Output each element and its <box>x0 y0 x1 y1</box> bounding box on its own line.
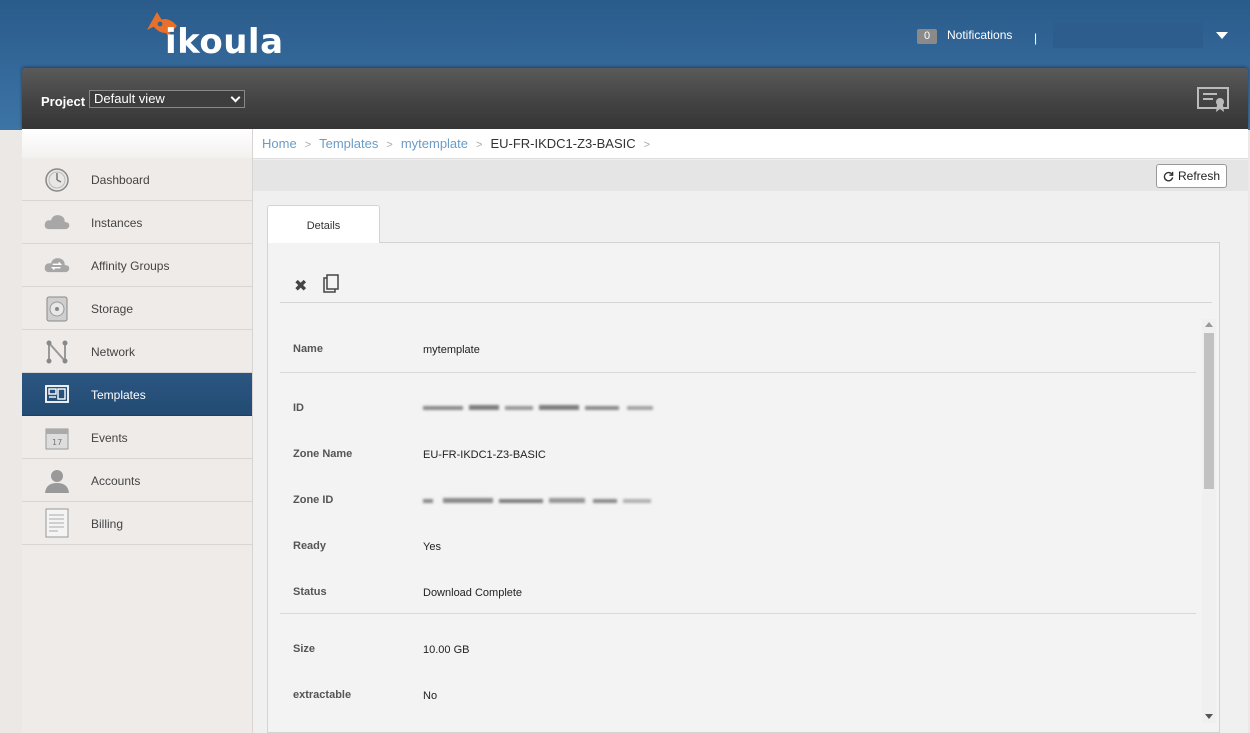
redacted-zone-id-value <box>423 498 651 503</box>
details-scrollbar[interactable] <box>1202 319 1216 723</box>
detail-key: Zone Name <box>293 448 353 460</box>
project-bar: Project Default view <box>22 68 1248 129</box>
project-label: Project <box>41 94 86 109</box>
sidebar-item-label: Network <box>91 345 136 359</box>
detail-row-ready: Ready Yes <box>280 511 1196 557</box>
certificate-icon[interactable] <box>1197 87 1229 113</box>
calendar-icon: 17 <box>45 428 69 450</box>
network-icon <box>46 340 68 364</box>
scroll-down-arrow-icon[interactable] <box>1205 714 1213 719</box>
sidebar-item-billing[interactable]: Billing <box>22 502 252 545</box>
action-bar: ✖ <box>280 243 1212 303</box>
sidebar-item-dashboard[interactable]: Dashboard <box>22 158 252 201</box>
detail-key: Zone ID <box>293 494 334 506</box>
detail-row-zone-name: Zone Name EU-FR-IKDC1-Z3-BASIC <box>280 419 1196 465</box>
breadcrumb: Home > Templates > mytemplate > EU-FR-IKDC1-Z3… <box>253 129 1248 159</box>
sidebar: Dashboard Instances Affinity Groups Stor… <box>22 129 253 733</box>
detail-key: extractable <box>293 689 352 701</box>
sidebar-item-label: Accounts <box>91 474 141 488</box>
detail-row-extractable: extractable No <box>280 660 1196 706</box>
refresh-icon <box>1163 171 1174 181</box>
sidebar-item-label: Billing <box>91 517 124 531</box>
sidebar-item-label: Events <box>91 431 128 445</box>
disk-icon <box>46 296 68 322</box>
detail-key: ID <box>293 402 304 414</box>
breadcrumb-separator: > <box>304 139 312 151</box>
detail-key: Name <box>293 343 323 355</box>
detail-value: Yes <box>423 541 441 553</box>
scroll-up-arrow-icon[interactable] <box>1205 322 1213 327</box>
svg-text:17: 17 <box>52 438 62 447</box>
refresh-button[interactable]: Refresh <box>1156 164 1227 188</box>
sidebar-item-label: Affinity Groups <box>91 259 170 273</box>
detail-key: Ready <box>293 540 327 552</box>
tab-details[interactable]: Details <box>267 205 380 243</box>
toolbar: Refresh <box>253 160 1248 191</box>
billing-document-icon <box>45 508 69 538</box>
detail-value: mytemplate <box>423 344 480 356</box>
breadcrumb-templates[interactable]: Templates <box>319 136 378 151</box>
redacted-id-value <box>423 405 653 410</box>
details-panel: ✖ Name mytemplate ID Zone Name EU-FR-IKD… <box>267 242 1220 733</box>
detail-row-name: Name mytemplate <box>280 315 1196 373</box>
breadcrumb-home[interactable]: Home <box>262 136 297 151</box>
refresh-label: Refresh <box>1177 169 1221 183</box>
sidebar-item-events[interactable]: 17 Events <box>22 416 252 459</box>
sidebar-item-storage[interactable]: Storage <box>22 287 252 330</box>
user-menu-caret-icon[interactable] <box>1216 32 1228 39</box>
detail-value: No <box>423 690 438 702</box>
sidebar-item-label: Templates <box>91 388 146 402</box>
details-list: Name mytemplate ID Zone Name EU-FR-IKDC1… <box>280 315 1196 730</box>
cloud-icon <box>44 215 70 230</box>
notifications-link[interactable]: Notifications <box>947 28 1012 42</box>
notifications-count-badge[interactable]: 0 <box>917 29 937 44</box>
header-divider: | <box>1034 31 1038 45</box>
sidebar-item-instances[interactable]: Instances <box>22 201 252 244</box>
project-select-value: Default view <box>94 91 165 106</box>
chevron-down-icon <box>230 92 241 103</box>
project-select[interactable]: Default view <box>89 90 245 108</box>
breadcrumb-separator: > <box>476 139 483 151</box>
detail-row-status: Status Download Complete <box>280 557 1196 614</box>
delete-icon[interactable]: ✖ <box>294 276 307 296</box>
detail-key: Status <box>293 586 327 598</box>
detail-key: Size <box>293 643 316 655</box>
sidebar-item-label: Storage <box>91 302 134 316</box>
sidebar-item-accounts[interactable]: Accounts <box>22 459 252 502</box>
main-content: Home > Templates > mytemplate > EU-FR-IKDC1-Z3… <box>253 129 1248 733</box>
detail-value: EU-FR-IKDC1-Z3-BASIC <box>423 449 546 461</box>
scrollbar-thumb[interactable] <box>1204 333 1214 489</box>
detail-row-zone-id: Zone ID <box>280 465 1196 511</box>
detail-row-id: ID <box>280 373 1196 419</box>
breadcrumb-template[interactable]: mytemplate <box>401 136 468 151</box>
sidebar-item-affinity-groups[interactable]: Affinity Groups <box>22 244 252 287</box>
breadcrumb-separator: > <box>643 139 651 151</box>
user-account-menu[interactable] <box>1053 22 1203 48</box>
detail-value: Download Complete <box>423 587 523 599</box>
templates-icon <box>45 385 69 403</box>
detail-row-size: Size 10.00 GB <box>280 614 1196 660</box>
breadcrumb-current: EU-FR-IKDC1-Z3-BASIC <box>490 136 636 151</box>
sidebar-header <box>22 129 252 158</box>
cloud-arrows-icon <box>44 258 70 273</box>
sidebar-item-templates[interactable]: Templates <box>22 373 252 416</box>
sidebar-item-label: Dashboard <box>91 173 150 187</box>
user-icon <box>45 470 69 493</box>
ikoula-logo[interactable]: ikoula <box>143 8 284 62</box>
sidebar-item-label: Instances <box>91 216 143 230</box>
dashboard-gauge-icon <box>45 168 69 192</box>
breadcrumb-separator: > <box>386 139 393 151</box>
detail-value: 10.00 GB <box>423 644 470 656</box>
logo-text: ikoula <box>165 22 284 62</box>
copy-icon[interactable] <box>323 274 339 293</box>
sidebar-item-network[interactable]: Network <box>22 330 252 373</box>
